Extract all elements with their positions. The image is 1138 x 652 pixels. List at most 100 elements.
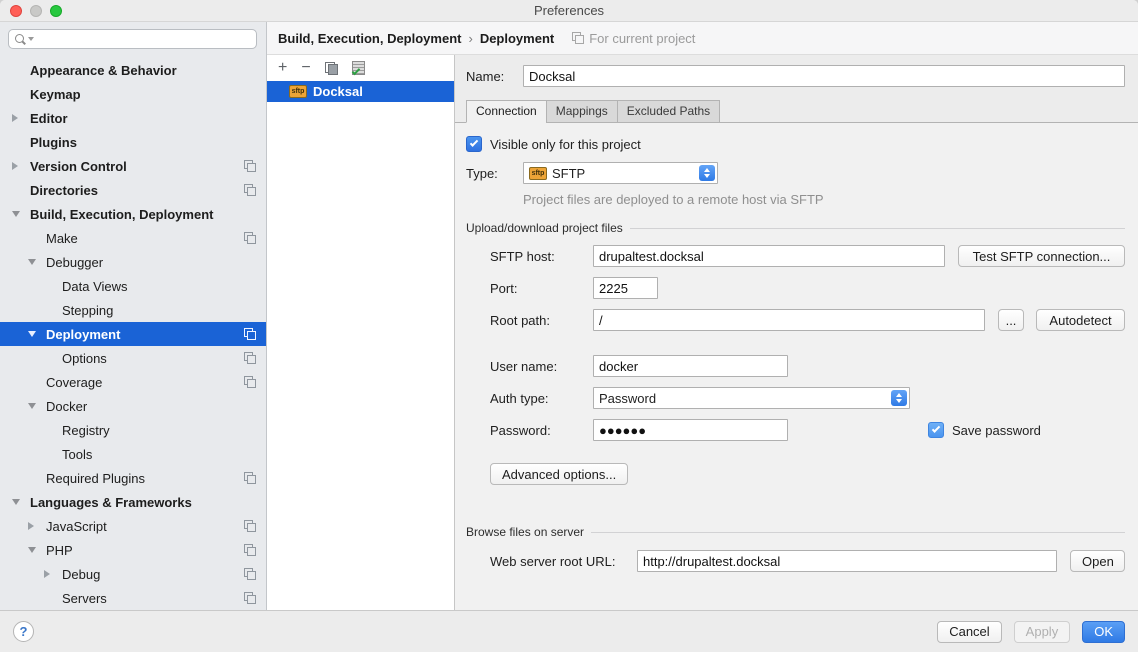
chevron-right-icon[interactable]: [28, 522, 46, 530]
sidebar-item-version-control[interactable]: Version Control: [0, 154, 266, 178]
sidebar-item-required-plugins[interactable]: Required Plugins: [0, 466, 266, 490]
user-name-input[interactable]: [593, 355, 788, 377]
sidebar-item-make[interactable]: Make: [0, 226, 266, 250]
search-input[interactable]: [36, 32, 250, 46]
sidebar-item-data-views[interactable]: Data Views: [0, 274, 266, 298]
per-project-icon: [244, 472, 256, 484]
sidebar-item-label: PHP: [46, 543, 73, 558]
tab-bar: ConnectionMappingsExcluded Paths: [455, 100, 1138, 123]
search-options-caret-icon[interactable]: [28, 37, 34, 41]
preferences-window: Preferences Appearance & BehaviorKeymapE…: [0, 0, 1138, 652]
browse-section-label: Browse files on server: [466, 525, 584, 539]
section-divider: [630, 228, 1125, 229]
apply-button[interactable]: Apply: [1014, 621, 1071, 643]
sidebar-item-label: Plugins: [30, 135, 77, 150]
sidebar-item-label: Languages & Frameworks: [30, 495, 192, 510]
chevron-right-icon[interactable]: [44, 570, 62, 578]
search-icon: [15, 34, 26, 45]
sidebar-item-stepping[interactable]: Stepping: [0, 298, 266, 322]
server-item-docksal[interactable]: sftpDocksal: [267, 81, 454, 102]
type-hint: Project files are deployed to a remote h…: [523, 192, 1125, 207]
chevron-down-icon[interactable]: [12, 211, 30, 217]
check-icon: [470, 138, 478, 146]
use-as-default-button[interactable]: [352, 61, 366, 75]
port-input[interactable]: [593, 277, 658, 299]
sidebar-item-build-execution-deployment[interactable]: Build, Execution, Deployment: [0, 202, 266, 226]
sidebar-item-label: Coverage: [46, 375, 102, 390]
sidebar-item-label: Deployment: [46, 327, 120, 342]
sidebar-item-debug[interactable]: Debug: [0, 562, 266, 586]
web-server-root-url-input[interactable]: [637, 550, 1057, 572]
sftp-host-input[interactable]: [593, 245, 945, 267]
password-input[interactable]: [593, 419, 788, 441]
tab-excluded-paths[interactable]: Excluded Paths: [617, 100, 720, 123]
sidebar-item-keymap[interactable]: Keymap: [0, 82, 266, 106]
chevron-down-icon[interactable]: [12, 499, 30, 505]
search-box[interactable]: [8, 29, 257, 49]
deployment-form: Name: ConnectionMappingsExcluded Paths V…: [455, 55, 1138, 610]
root-path-label: Root path:: [490, 313, 593, 328]
chevron-down-icon[interactable]: [28, 331, 46, 337]
sidebar-item-tools[interactable]: Tools: [0, 442, 266, 466]
breadcrumb-separator: ›: [468, 31, 472, 46]
scope-label: For current project: [589, 31, 695, 46]
sidebar-item-javascript[interactable]: JavaScript: [0, 514, 266, 538]
name-input[interactable]: [523, 65, 1125, 87]
sidebar-item-label: Data Views: [62, 279, 128, 294]
visible-only-checkbox[interactable]: [466, 136, 482, 152]
autodetect-button[interactable]: Autodetect: [1036, 309, 1125, 331]
per-project-icon: [244, 568, 256, 580]
type-select[interactable]: sftp SFTP: [523, 162, 718, 184]
browse-root-path-button[interactable]: ...: [998, 309, 1024, 331]
sidebar-item-debugger[interactable]: Debugger: [0, 250, 266, 274]
save-password-label: Save password: [952, 423, 1041, 438]
per-project-icon: [244, 592, 256, 604]
copy-icon: [325, 62, 338, 75]
save-password-checkbox[interactable]: [928, 422, 944, 438]
chevron-right-icon[interactable]: [12, 162, 30, 170]
sidebar-item-servers[interactable]: Servers: [0, 586, 266, 610]
help-button[interactable]: ?: [13, 621, 34, 642]
open-url-button[interactable]: Open: [1070, 550, 1125, 572]
chevron-down-icon[interactable]: [28, 259, 46, 265]
sidebar-item-plugins[interactable]: Plugins: [0, 130, 266, 154]
sidebar-item-languages-frameworks[interactable]: Languages & Frameworks: [0, 490, 266, 514]
breadcrumb-part1[interactable]: Build, Execution, Deployment: [278, 31, 461, 46]
tab-mappings[interactable]: Mappings: [546, 100, 618, 123]
port-label: Port:: [490, 281, 593, 296]
connection-tab-content: Visible only for this project Type: sftp…: [455, 123, 1138, 610]
chevron-right-icon[interactable]: [12, 114, 30, 122]
cancel-button[interactable]: Cancel: [937, 621, 1001, 643]
chevron-down-icon[interactable]: [28, 547, 46, 553]
sidebar-item-registry[interactable]: Registry: [0, 418, 266, 442]
copy-server-button[interactable]: [325, 62, 338, 75]
titlebar: Preferences: [0, 0, 1138, 22]
sidebar-item-appearance-behavior[interactable]: Appearance & Behavior: [0, 58, 266, 82]
remove-server-button[interactable]: −: [301, 61, 310, 75]
server-item-label: Docksal: [313, 84, 363, 99]
sidebar-item-php[interactable]: PHP: [0, 538, 266, 562]
scope-indicator: For current project: [572, 31, 695, 46]
sidebar-item-label: Version Control: [30, 159, 127, 174]
advanced-options-button[interactable]: Advanced options...: [490, 463, 628, 485]
sidebar-item-directories[interactable]: Directories: [0, 178, 266, 202]
chevron-down-icon[interactable]: [28, 403, 46, 409]
sidebar-item-coverage[interactable]: Coverage: [0, 370, 266, 394]
per-project-icon: [244, 232, 256, 244]
sidebar-item-editor[interactable]: Editor: [0, 106, 266, 130]
ok-button[interactable]: OK: [1082, 621, 1125, 643]
sidebar-item-options[interactable]: Options: [0, 346, 266, 370]
sidebar-item-docker[interactable]: Docker: [0, 394, 266, 418]
visible-only-label: Visible only for this project: [490, 137, 641, 152]
content-area: Build, Execution, Deployment › Deploymen…: [267, 22, 1138, 610]
select-stepper-icon: [699, 165, 715, 181]
sidebar-item-label: Docker: [46, 399, 87, 414]
root-path-input[interactable]: [593, 309, 985, 331]
per-project-icon: [244, 184, 256, 196]
add-server-button[interactable]: +: [278, 61, 287, 75]
tab-connection[interactable]: Connection: [466, 100, 547, 123]
sidebar-item-deployment[interactable]: Deployment: [0, 322, 266, 346]
test-sftp-connection-button[interactable]: Test SFTP connection...: [958, 245, 1125, 267]
auth-type-select[interactable]: Password: [593, 387, 910, 409]
sidebar-item-label: Servers: [62, 591, 107, 606]
